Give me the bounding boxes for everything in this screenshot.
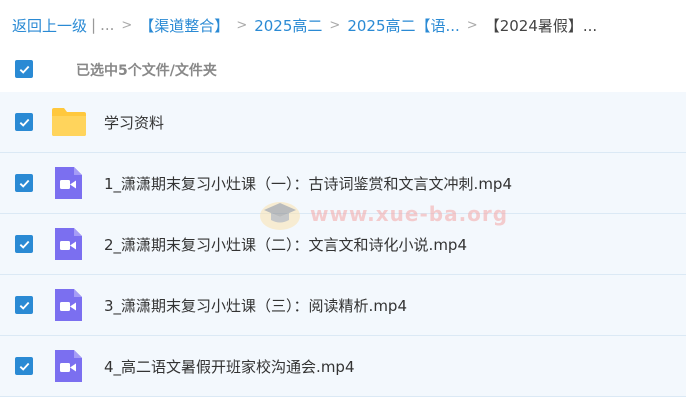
row-checkbox[interactable]: [15, 174, 33, 192]
breadcrumb-divider: |: [91, 16, 97, 34]
list-item[interactable]: 2_潇潇期末复习小灶课（二）：文言文和诗化小说.mp4: [0, 214, 686, 275]
list-item[interactable]: 4_高二语文暑假开班家校沟通会.mp4: [0, 336, 686, 397]
back-link[interactable]: 返回上一级: [12, 15, 87, 36]
breadcrumb-current: 【2024暑假】...: [484, 16, 598, 35]
selection-header: 已选中5个文件/文件夹: [0, 52, 686, 88]
video-file-icon: [55, 289, 82, 321]
checkmark-icon: [19, 240, 29, 249]
file-name[interactable]: 2_潇潇期末复习小灶课（二）：文言文和诗化小说.mp4: [104, 234, 467, 255]
chevron-right-icon: >: [236, 17, 248, 33]
file-name[interactable]: 3_潇潇期末复习小灶课（三）：阅读精析.mp4: [104, 295, 407, 316]
selection-count: 已选中5个文件/文件夹: [76, 63, 217, 79]
breadcrumb-item-channel[interactable]: 【渠道整合】: [139, 15, 229, 36]
breadcrumb-item-subject[interactable]: 2025高二【语...: [347, 15, 459, 36]
chevron-right-icon: >: [329, 17, 341, 33]
checkmark-icon: [19, 65, 29, 74]
checkmark-icon: [19, 301, 29, 310]
list-item[interactable]: 学习资料: [0, 92, 686, 153]
checkmark-icon: [19, 179, 29, 188]
file-name[interactable]: 学习资料: [104, 112, 164, 133]
select-all-checkbox[interactable]: [15, 60, 33, 78]
folder-icon: [52, 108, 86, 136]
list-item[interactable]: 3_潇潇期末复习小灶课（三）：阅读精析.mp4: [0, 275, 686, 336]
breadcrumb-item-grade[interactable]: 2025高二: [254, 15, 322, 36]
chevron-right-icon: >: [466, 17, 478, 33]
video-file-icon: [55, 228, 82, 260]
row-checkbox[interactable]: [15, 235, 33, 253]
row-checkbox[interactable]: [15, 357, 33, 375]
video-file-icon: [55, 167, 82, 199]
breadcrumb: 返回上一级 | ... > 【渠道整合】 > 2025高二 > 2025高二【语…: [12, 14, 686, 36]
checkmark-icon: [19, 362, 29, 371]
breadcrumb-ellipsis[interactable]: ...: [100, 16, 114, 34]
list-item[interactable]: 1_潇潇期末复习小灶课（一）：古诗词鉴赏和文言文冲刺.mp4: [0, 153, 686, 214]
row-checkbox[interactable]: [15, 296, 33, 314]
file-list: 学习资料 1_潇潇期末复习小灶课（一）：古诗词鉴赏和文言文冲刺.mp4 2_潇潇…: [0, 92, 686, 397]
video-file-icon: [55, 350, 82, 382]
chevron-right-icon: >: [121, 17, 133, 33]
file-name[interactable]: 4_高二语文暑假开班家校沟通会.mp4: [104, 356, 355, 377]
file-name[interactable]: 1_潇潇期末复习小灶课（一）：古诗词鉴赏和文言文冲刺.mp4: [104, 173, 512, 194]
checkmark-icon: [19, 118, 29, 127]
row-checkbox[interactable]: [15, 113, 33, 131]
